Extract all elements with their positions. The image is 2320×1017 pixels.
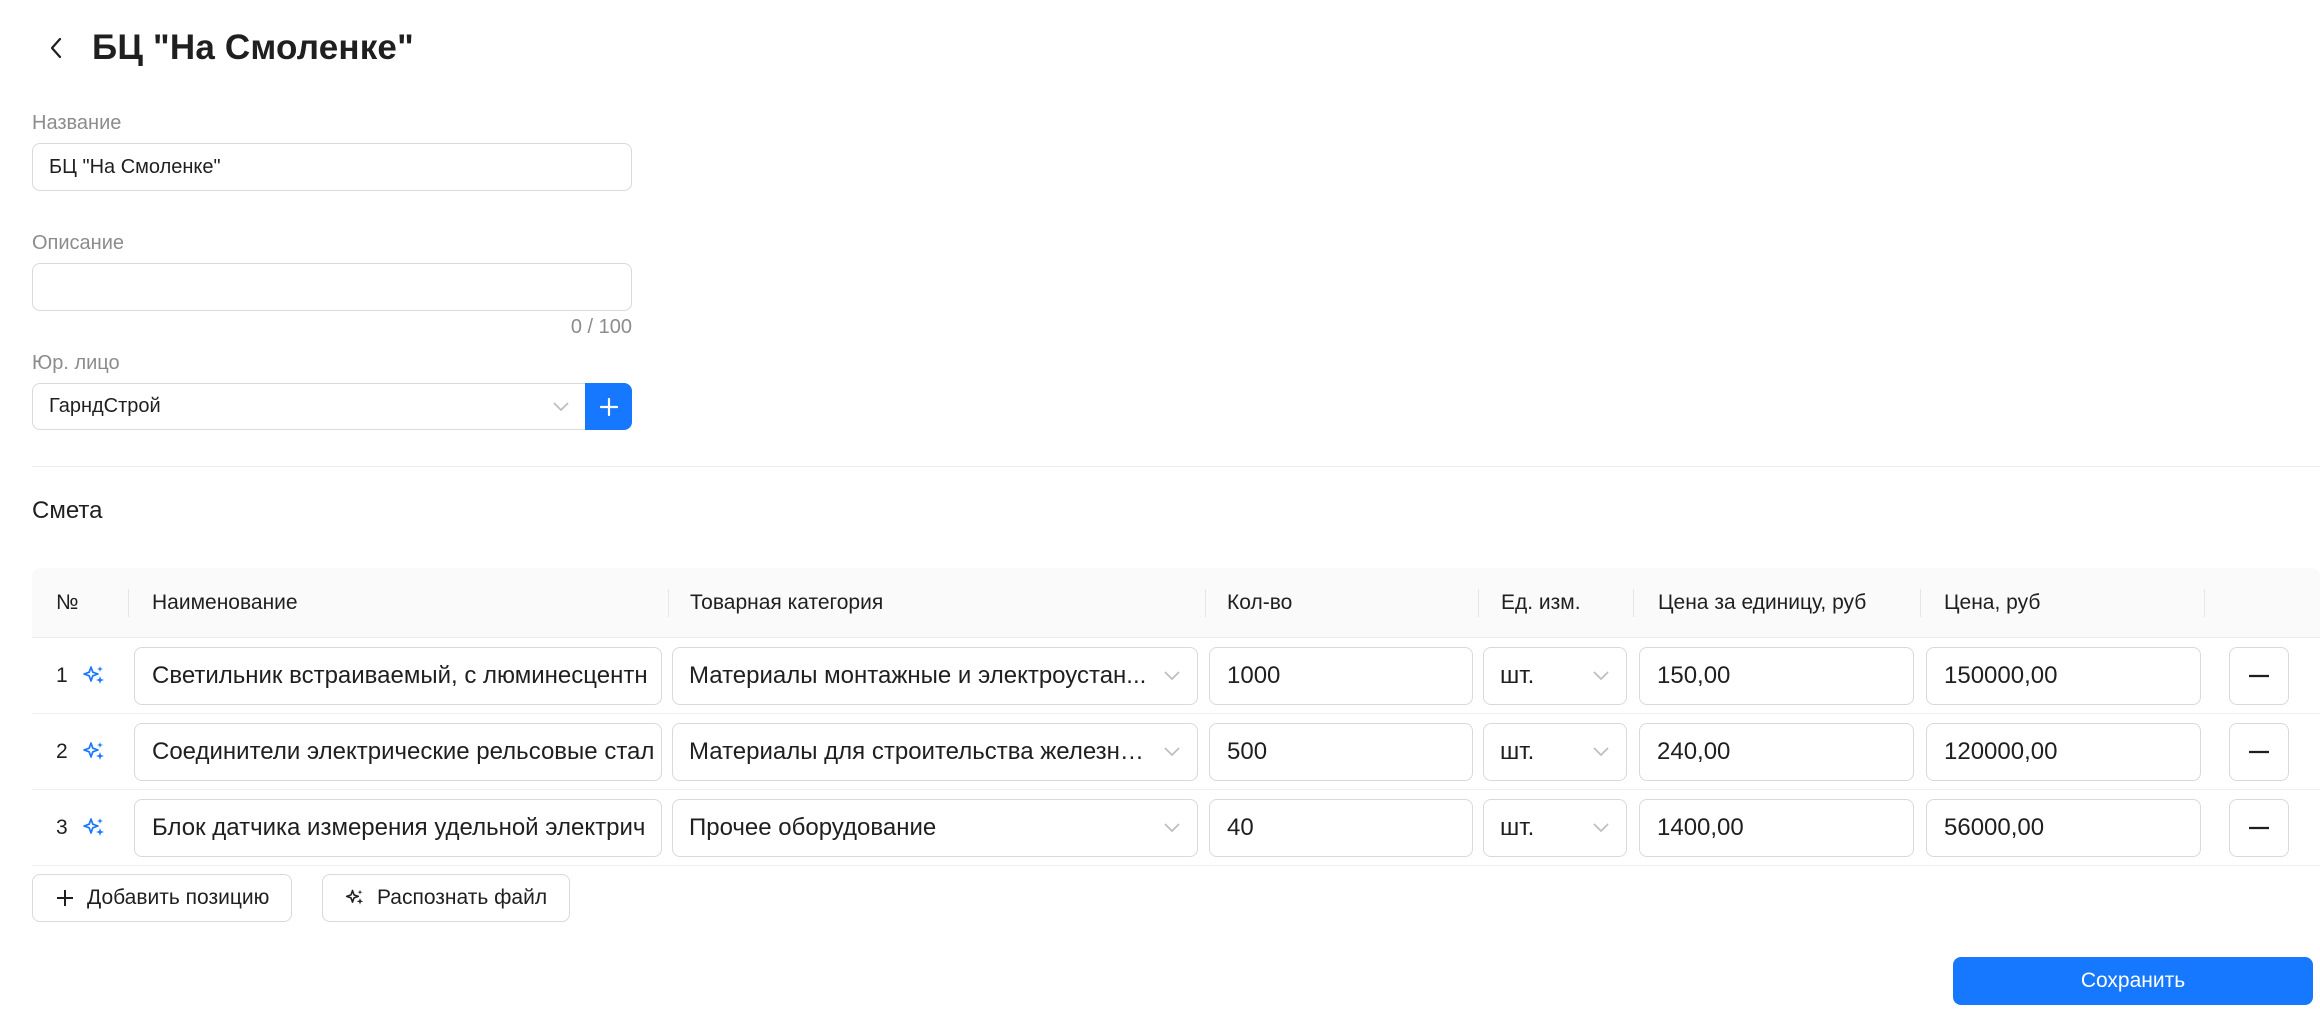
column-header-price: Цена, руб [1944, 591, 2041, 614]
column-header-name: Наименование [152, 591, 298, 614]
unit-price-input[interactable]: 240,00 [1639, 723, 1914, 781]
quantity-input[interactable]: 500 [1209, 723, 1473, 781]
minus-icon [2249, 674, 2269, 678]
estimate-title: Смета [32, 497, 103, 524]
legal-entity-label: Юр. лицо [32, 352, 120, 374]
unit-price-input[interactable]: 1400,00 [1639, 799, 1914, 857]
name-label: Название [32, 112, 122, 134]
row-number: 2 [56, 740, 68, 763]
column-header-num: № [56, 591, 79, 614]
add-position-label: Добавить позицию [87, 886, 270, 909]
item-name-input[interactable]: Блок датчика измерения удельной электрич [134, 799, 662, 857]
row-number: 3 [56, 816, 68, 839]
column-separator [668, 589, 669, 617]
page-header: БЦ "На Смоленке" [42, 22, 414, 74]
price-input[interactable]: 56000,00 [1926, 799, 2201, 857]
chevron-down-icon [552, 398, 570, 416]
column-separator [1205, 589, 1206, 617]
chevron-down-icon [1592, 819, 1610, 837]
column-separator [2204, 589, 2205, 617]
remove-row-button[interactable] [2229, 647, 2289, 705]
remove-row-button[interactable] [2229, 799, 2289, 857]
unit-select[interactable]: шт. [1483, 799, 1627, 857]
chevron-down-icon [1592, 667, 1610, 685]
category-select[interactable]: Прочее оборудование [672, 799, 1198, 857]
minus-icon [2249, 750, 2269, 754]
description-counter: 0 / 100 [570, 316, 632, 338]
chevron-left-icon [50, 37, 62, 59]
table-row: 1 Светильник встраиваемый, с люминесцент… [32, 638, 2320, 714]
chevron-down-icon [1163, 743, 1181, 761]
quantity-input[interactable]: 1000 [1209, 647, 1473, 705]
category-value: Материалы для строительства железны... [689, 738, 1155, 765]
price-input[interactable]: 120000,00 [1926, 723, 2201, 781]
table-row: 3 Блок датчика измерения удельной электр… [32, 790, 2320, 866]
row-number: 1 [56, 664, 68, 687]
sparkle-icon[interactable] [80, 814, 108, 842]
column-separator [1920, 589, 1921, 617]
description-input[interactable] [32, 263, 632, 311]
section-divider [32, 466, 2320, 467]
table-row: 2 Соединители электрические рельсовые ст… [32, 714, 2320, 790]
sparkle-icon[interactable] [80, 662, 108, 690]
category-select[interactable]: Материалы монтажные и электроустан... [672, 647, 1198, 705]
chevron-down-icon [1592, 743, 1610, 761]
description-label: Описание [32, 232, 125, 254]
legal-entity-value: ГарндСтрой [49, 395, 161, 417]
category-select[interactable]: Материалы для строительства железны... [672, 723, 1198, 781]
quantity-input[interactable]: 40 [1209, 799, 1473, 857]
sparkle-icon[interactable] [80, 738, 108, 766]
item-name-input[interactable]: Светильник встраиваемый, с люминесцентн [134, 647, 662, 705]
column-separator [1633, 589, 1634, 617]
remove-row-button[interactable] [2229, 723, 2289, 781]
column-header-category: Товарная категория [690, 591, 884, 614]
column-header-qty: Кол-во [1227, 591, 1293, 614]
recognize-file-label: Распознать файл [377, 886, 548, 909]
add-legal-entity-button[interactable] [585, 383, 632, 430]
estimate-table-header: № Наименование Товарная категория Кол-во… [32, 568, 2320, 638]
save-button[interactable]: Сохранить [1953, 957, 2313, 1005]
chevron-down-icon [1163, 667, 1181, 685]
minus-icon [2249, 826, 2269, 830]
plus-icon [599, 397, 618, 416]
unit-value: шт. [1500, 662, 1535, 689]
plus-icon [55, 888, 75, 908]
page-title: БЦ "На Смоленке" [92, 28, 414, 67]
unit-price-input[interactable]: 150,00 [1639, 647, 1914, 705]
unit-select[interactable]: шт. [1483, 723, 1627, 781]
column-header-unit: Ед. изм. [1501, 591, 1581, 614]
price-input[interactable]: 150000,00 [1926, 647, 2201, 705]
back-button[interactable] [42, 28, 70, 68]
add-position-button[interactable]: Добавить позицию [32, 874, 293, 922]
sparkle-icon [345, 888, 365, 908]
item-name-input[interactable]: Соединители электрические рельсовые стал [134, 723, 662, 781]
column-separator [128, 589, 129, 617]
name-input[interactable] [32, 143, 632, 191]
chevron-down-icon [1163, 819, 1181, 837]
unit-value: шт. [1500, 814, 1535, 841]
unit-select[interactable]: шт. [1483, 647, 1627, 705]
column-separator [1478, 589, 1479, 617]
legal-entity-select[interactable]: ГарндСтрой [32, 383, 587, 430]
unit-value: шт. [1500, 738, 1535, 765]
column-header-unit-price: Цена за единицу, руб [1658, 591, 1867, 614]
category-value: Прочее оборудование [689, 814, 937, 841]
recognize-file-button[interactable]: Распознать файл [322, 874, 571, 922]
category-value: Материалы монтажные и электроустан... [689, 662, 1147, 689]
